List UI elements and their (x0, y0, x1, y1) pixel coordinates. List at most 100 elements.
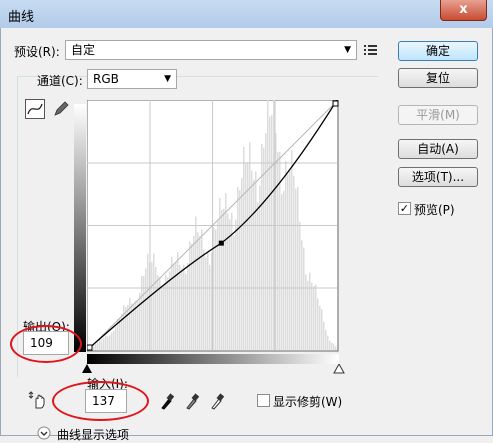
histogram-bar (233, 235, 235, 350)
options-button-label: 选项(T)... (411, 170, 465, 184)
channel-label: 通道(C): (37, 74, 83, 88)
histogram-bar (255, 171, 257, 350)
options-button[interactable]: 选项(T)... (398, 167, 478, 187)
histogram-bar (97, 342, 99, 350)
histogram-bar (283, 190, 285, 350)
pencil-tool[interactable] (51, 99, 71, 119)
histogram-bar (109, 335, 111, 350)
histogram-bar (235, 219, 237, 350)
histogram-bar (187, 263, 189, 350)
chevron-down-icon: ▼ (164, 74, 171, 84)
white-point-slider-icon[interactable] (333, 364, 345, 374)
histogram-bar (127, 305, 129, 350)
histogram-bar (201, 229, 203, 350)
output-gradient-bar (74, 104, 86, 352)
histogram-bar (107, 336, 109, 350)
preset-value: 自定 (71, 43, 96, 57)
black-eyedropper-icon[interactable] (159, 391, 175, 411)
histogram-bar (323, 321, 325, 350)
reset-button[interactable]: 复位 (398, 68, 478, 88)
histogram-bar (123, 305, 125, 350)
histogram-bar (161, 287, 163, 350)
histogram-bar (315, 284, 317, 350)
histogram-bar (185, 273, 187, 350)
ok-button[interactable]: 确定 (398, 41, 478, 61)
histogram-bar (261, 143, 263, 350)
histogram-bar (129, 298, 131, 350)
histogram-bar (141, 276, 143, 350)
histogram-bar (305, 274, 307, 350)
close-icon: x (459, 2, 468, 17)
black-point-slider-icon[interactable] (81, 364, 93, 374)
histogram-bar (317, 298, 319, 350)
histogram-bar (259, 185, 261, 350)
histogram-bar (205, 257, 207, 350)
histogram-bar (229, 219, 231, 350)
histogram-bar (147, 253, 149, 350)
histogram-bar (257, 202, 259, 350)
histogram-bar (333, 343, 335, 350)
histogram-bar (181, 268, 183, 350)
gray-eyedropper-icon[interactable] (184, 391, 200, 411)
histogram-bar (193, 236, 195, 350)
histogram-bar (253, 179, 255, 350)
histogram-bar (281, 194, 283, 350)
histogram-bar (93, 345, 95, 350)
curve-point-midpoint[interactable] (218, 240, 224, 246)
histogram-bar (179, 264, 181, 350)
histogram-bar (153, 253, 155, 350)
preset-select[interactable]: 自定 ▼ (65, 40, 357, 60)
highlight-ellipse-input (52, 381, 149, 421)
histogram-bar (225, 193, 227, 350)
smooth-button[interactable]: 平滑(M) (398, 105, 478, 125)
preview-label: 预览(P) (414, 203, 455, 217)
histogram-bar (183, 264, 185, 350)
histogram-bar (145, 268, 147, 350)
channel-select[interactable]: RGB ▼ (87, 69, 177, 89)
histogram-bar (251, 170, 253, 350)
curve-point-black[interactable] (87, 344, 93, 351)
white-eyedropper-icon[interactable] (209, 391, 225, 411)
histogram-bar (249, 142, 251, 350)
preview-checkbox[interactable]: ✓ (398, 202, 411, 215)
histogram-bar (321, 309, 323, 350)
histogram-bar (289, 171, 291, 350)
preset-label: 预设(R): (14, 45, 60, 59)
histogram-bar (335, 346, 337, 350)
smooth-button-label: 平滑(M) (416, 108, 460, 122)
highlight-ellipse-output (10, 325, 82, 363)
histogram-bar (327, 335, 329, 350)
histogram-bar (295, 188, 297, 350)
histogram-bar (209, 264, 211, 350)
preset-options-icon[interactable] (363, 42, 379, 58)
auto-button[interactable]: 自动(A) (398, 139, 478, 159)
histogram-bar (231, 212, 233, 350)
histogram-bar (203, 249, 205, 350)
histogram-bar (197, 232, 199, 350)
histogram-bar (207, 252, 209, 350)
histogram-bar (169, 271, 171, 350)
histogram-bar (311, 282, 313, 350)
curve-point-white[interactable] (332, 100, 339, 107)
hand-adjust-tool-icon[interactable] (28, 390, 48, 410)
histogram-bar (191, 243, 193, 350)
show-clipping-checkbox[interactable] (257, 394, 270, 407)
histogram-bar (291, 150, 293, 350)
histogram-bar (95, 344, 97, 350)
curve-graph[interactable] (87, 100, 339, 352)
window-title: 曲线 (8, 10, 35, 25)
histogram-bar (163, 284, 165, 350)
expand-toggle-icon[interactable] (37, 426, 51, 440)
histogram-bar (243, 146, 245, 350)
histogram-bar (287, 174, 289, 350)
histogram-bar (265, 133, 267, 350)
curve-point-tool[interactable] (25, 99, 45, 119)
histogram-bar (277, 152, 279, 350)
histogram-bar (189, 241, 191, 350)
histogram-bar (303, 247, 305, 350)
histogram-bar (263, 147, 265, 350)
histogram-bar (299, 221, 301, 350)
show-clipping-label: 显示修剪(W) (273, 395, 343, 409)
histogram-bar (199, 236, 201, 350)
close-button[interactable]: x (440, 0, 487, 21)
